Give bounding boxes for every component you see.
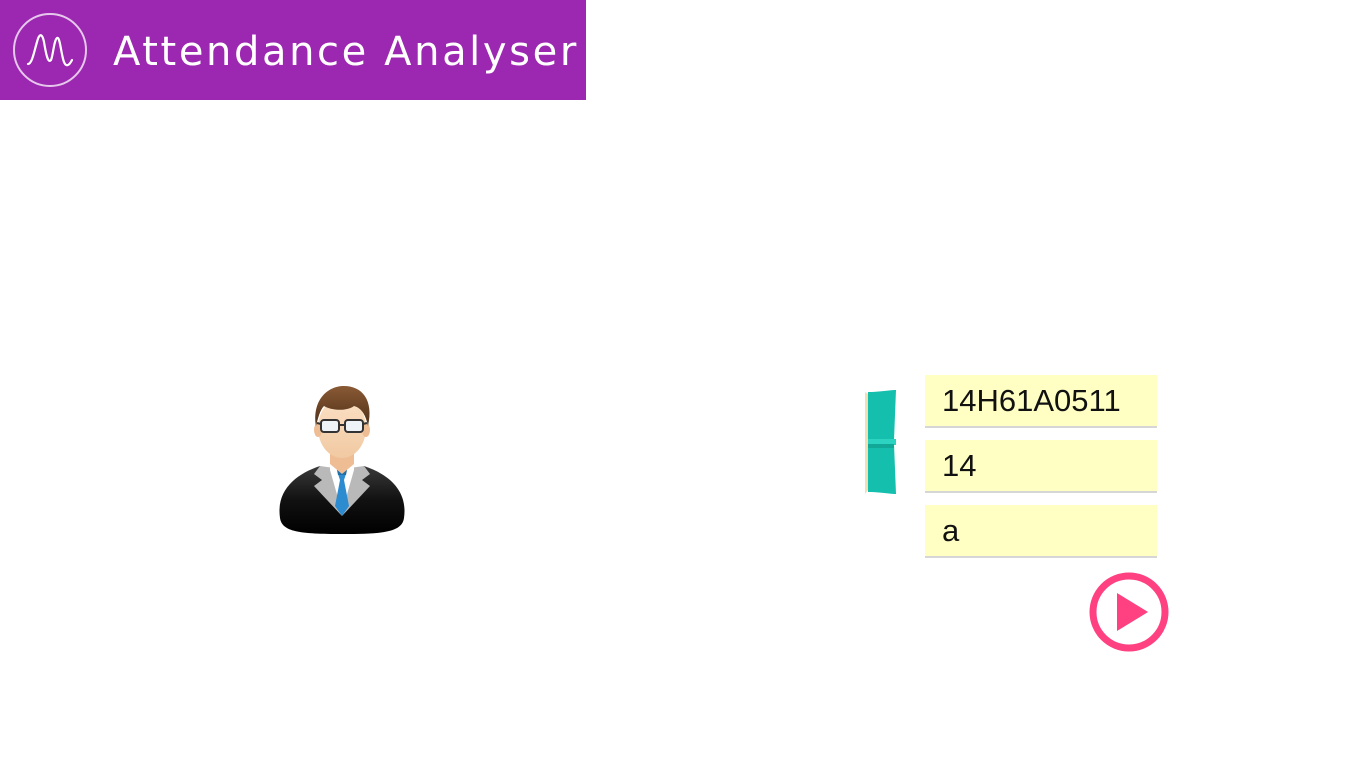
open-book-icon [865,390,896,494]
app-screen: Attendance Analyser [0,0,1366,768]
roll-number-input[interactable] [925,375,1157,428]
submit-button[interactable] [1088,571,1170,653]
play-circle-icon [1089,572,1169,652]
app-title: Attendance Analyser [113,29,579,75]
businessman-avatar-icon [279,386,405,534]
app-header: Attendance Analyser [0,0,586,100]
waveform-icon [13,13,87,87]
section-input[interactable] [925,505,1157,558]
batch-input[interactable] [925,440,1157,493]
